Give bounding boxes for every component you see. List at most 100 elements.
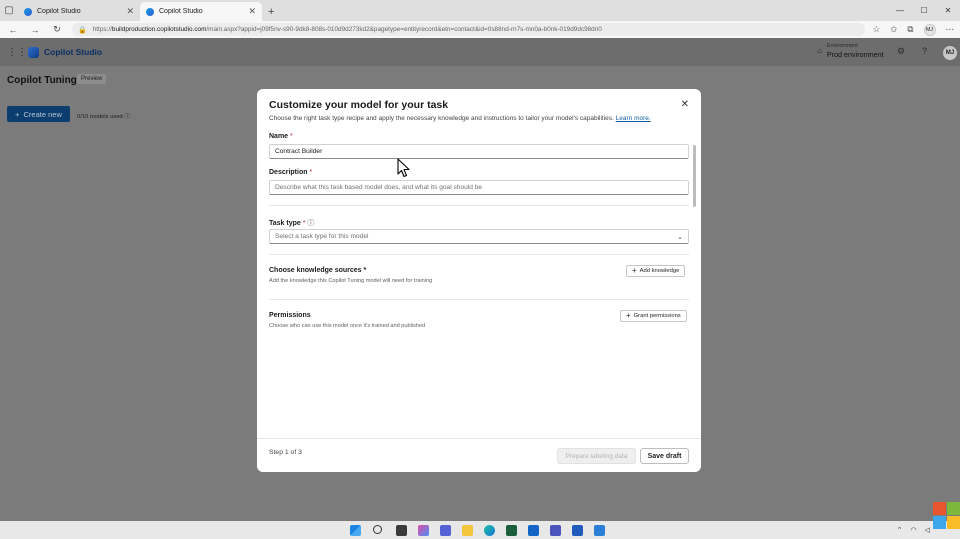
knowledge-description: Add the knowledge this Copilot Tuning mo…	[269, 278, 433, 284]
task-type-placeholder: Select a task type for this model	[275, 233, 369, 240]
prepare-labeling-data-button[interactable]: Prepare labeling data	[557, 448, 636, 464]
close-window-icon[interactable]: ✕	[936, 0, 960, 21]
vscode-icon[interactable]	[594, 525, 605, 536]
environment-icon: ⌂	[817, 46, 822, 56]
environment-label: Environment	[826, 43, 858, 49]
add-knowledge-button[interactable]: + Add knowledge	[626, 265, 686, 277]
required-mark: *	[363, 267, 367, 274]
models-used-count: 0/10 models used	[77, 114, 123, 120]
teams-icon[interactable]	[440, 525, 451, 536]
app-launcher-icon[interactable]: ⋮⋮	[7, 47, 27, 58]
permissions-label: Permissions	[269, 312, 311, 319]
browser-tab-2[interactable]: Copilot Studio ✕	[140, 2, 262, 21]
windows-start-icon[interactable]	[350, 525, 361, 536]
subtitle-text: Choose the right task type recipe and ap…	[269, 115, 614, 122]
grant-permissions-button[interactable]: + Grant permissions	[620, 310, 687, 322]
lock-icon: 🔒	[78, 26, 87, 34]
required-mark: *	[302, 220, 306, 227]
section-divider	[269, 205, 689, 206]
close-icon[interactable]: ✕	[681, 99, 689, 110]
maximize-icon[interactable]: ☐	[912, 0, 936, 21]
mouse-cursor-icon	[397, 158, 410, 178]
task-type-label: Task type * ⓘ	[269, 218, 314, 228]
copilot-studio-logo	[28, 46, 39, 58]
required-mark: *	[309, 169, 313, 176]
section-divider	[269, 254, 689, 255]
description-label-text: Description	[269, 169, 308, 176]
wifi-icon[interactable]: ◠	[911, 526, 917, 534]
description-input[interactable]	[269, 180, 689, 195]
task-type-dropdown[interactable]: Select a task type for this model ⌄	[269, 229, 689, 244]
name-input[interactable]	[269, 144, 689, 159]
edge-icon[interactable]	[484, 525, 495, 536]
teams-work-icon[interactable]	[550, 525, 561, 536]
app-header: ⋮⋮ Copilot Studio ⌂ Environment Prod env…	[0, 38, 960, 66]
info-icon[interactable]: ⓘ	[307, 220, 314, 227]
dialog-title: Customize your model for your task	[269, 99, 449, 111]
chevron-up-icon[interactable]: ⌃	[897, 526, 903, 534]
grant-permissions-label: Grant permissions	[633, 313, 681, 319]
knowledge-sources-label: Choose knowledge sources *	[269, 267, 366, 274]
word-icon[interactable]	[572, 525, 583, 536]
refresh-icon[interactable]: ↻	[50, 24, 64, 35]
browser-tab-1[interactable]: Copilot Studio ✕	[18, 2, 140, 21]
knowledge-label-text: Choose knowledge sources	[269, 267, 362, 274]
app-name: Copilot Studio	[44, 47, 103, 57]
outlook-icon[interactable]	[528, 525, 539, 536]
permissions-description: Choose who can use this model once it's …	[269, 323, 426, 329]
new-tab-icon[interactable]: +	[268, 2, 274, 21]
url-path: /main.aspx?appid=j09f5nv-s90-9dk8-808s-0…	[206, 26, 602, 33]
preview-badge: Preview	[77, 74, 107, 84]
profile-avatar[interactable]: MJ	[923, 23, 936, 36]
name-label-text: Name	[269, 133, 289, 140]
microsoft-logo-watermark	[933, 502, 960, 539]
step-indicator: Step 1 of 3	[269, 449, 302, 456]
favorites-icon[interactable]: ✩	[890, 24, 897, 35]
file-explorer-icon[interactable]	[462, 525, 473, 536]
minimize-icon[interactable]: —	[888, 0, 912, 21]
more-icon[interactable]: ⋯	[946, 24, 955, 35]
create-new-button[interactable]: + Create new	[7, 106, 70, 122]
dialog-subtitle: Choose the right task type recipe and ap…	[269, 115, 651, 122]
name-label: Name *	[269, 133, 293, 140]
store-icon[interactable]	[506, 525, 517, 536]
url-field[interactable]: 🔒 https://buildproduction.copilotstudio.…	[72, 23, 865, 36]
scrollbar-thumb[interactable]	[693, 145, 696, 207]
back-icon[interactable]: ←	[6, 25, 20, 35]
window-controls: — ☐ ✕	[888, 0, 960, 21]
copilot-app-icon[interactable]	[418, 525, 429, 536]
windows-taskbar: ⌃ ◠ ◁	[0, 521, 960, 539]
settings-gear-icon[interactable]: ⚙	[897, 46, 905, 57]
workspaces-icon[interactable]: ▢	[0, 0, 18, 21]
add-knowledge-label: Add knowledge	[639, 268, 680, 274]
tab-title: Copilot Studio	[159, 8, 203, 15]
copilot-studio-favicon	[146, 7, 154, 16]
save-draft-button[interactable]: Save draft	[640, 448, 689, 464]
collections-icon[interactable]: ⧉	[907, 24, 913, 35]
section-divider	[269, 299, 689, 300]
url-domain: buildproduction.copilotstudio.com	[111, 26, 207, 33]
forward-icon[interactable]: →	[28, 25, 42, 35]
tab-title: Copilot Studio	[37, 8, 81, 15]
description-label: Description *	[269, 169, 312, 176]
favorite-star-icon[interactable]: ☆	[873, 24, 881, 35]
url-text: https://buildproduction.copilotstudio.co…	[93, 26, 602, 33]
close-tab-icon[interactable]: ✕	[126, 6, 134, 17]
plus-icon: +	[632, 266, 637, 275]
browser-toolbar: ☆ ✩ ⧉ MJ ⋯	[873, 23, 955, 36]
plus-icon: +	[626, 311, 631, 320]
user-avatar[interactable]: MJ	[943, 46, 957, 60]
task-view-icon[interactable]	[396, 525, 407, 536]
environment-name: Prod environment	[826, 49, 884, 59]
plus-icon: +	[15, 109, 20, 119]
info-icon[interactable]: ⓘ	[124, 114, 130, 120]
browser-address-bar: ← → ↻ 🔒 https://buildproduction.copilots…	[0, 21, 960, 38]
models-used-text: 0/10 models used ⓘ	[77, 111, 130, 120]
help-icon[interactable]: ?	[922, 46, 927, 56]
learn-more-link[interactable]: Learn more.	[616, 115, 651, 122]
volume-icon[interactable]: ◁	[925, 526, 930, 534]
search-icon[interactable]	[373, 525, 382, 534]
environment-picker[interactable]: ⌂ Environment Prod environment	[817, 43, 884, 59]
close-tab-icon[interactable]: ✕	[248, 6, 256, 17]
footer-divider	[257, 438, 701, 439]
